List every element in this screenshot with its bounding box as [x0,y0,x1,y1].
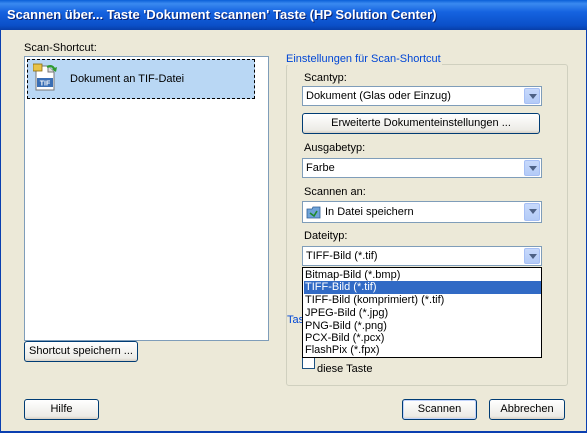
checkbox-label: diese Taste [317,363,373,375]
dropdown-option[interactable]: JPEG-Bild (*.jpg) [304,307,541,320]
ausgabetyp-select[interactable]: Farbe [302,158,542,178]
tif-icon-label: TIF [40,81,51,88]
shortcut-list-label: Scan-Shortcut: [24,42,97,54]
advanced-settings-button[interactable]: Erweiterte Dokumenteinstellungen ... [302,113,540,134]
dateityp-label: Dateityp: [304,230,348,242]
dropdown-option-selected[interactable]: TIFF-Bild (*.tif) [304,281,541,294]
dropdown-option[interactable]: TIFF-Bild (komprimiert) (*.tif) [304,294,541,307]
help-button[interactable]: Hilfe [24,399,99,420]
scannen-an-value: In Datei speichern [325,206,414,218]
settings-group-title: Einstellungen für Scan-Shortcut [285,53,442,65]
shortcut-list[interactable]: TIF Dokument an TIF-Datei [24,56,269,341]
scannen-an-select[interactable]: In Datei speichern [302,201,542,223]
window-title: Scannen über... Taste 'Dokument scannen'… [7,7,437,22]
dateityp-select[interactable]: TIFF-Bild (*.tif) [302,246,542,266]
dropdown-option[interactable]: FlashPix (*.fpx) [304,344,541,357]
list-item-label: Dokument an TIF-Datei [70,73,185,85]
chevron-down-icon[interactable] [524,160,540,176]
chevron-down-icon[interactable] [524,88,540,104]
scantyp-label: Scantyp: [304,72,347,84]
list-item[interactable]: TIF Dokument an TIF-Datei [27,59,255,99]
dateityp-value: TIFF-Bild (*.tif) [306,250,378,262]
chevron-down-icon[interactable] [524,248,540,264]
scan-button-label: Scannen [417,403,462,415]
scantyp-value: Dokument (Glas oder Einzug) [306,90,451,102]
folder-icon [306,206,321,219]
scannen-an-label: Scannen an: [304,186,366,198]
ausgabetyp-value: Farbe [306,162,335,174]
dateityp-dropdown-list[interactable]: Bitmap-Bild (*.bmp) TIFF-Bild (*.tif) TI… [302,267,542,358]
save-shortcut-button[interactable]: Shortcut speichern ... [24,341,138,362]
scantyp-select[interactable]: Dokument (Glas oder Einzug) [302,86,542,106]
ausgabetyp-label: Ausgabetyp: [304,142,366,154]
chevron-down-icon[interactable] [524,203,540,221]
scan-button[interactable]: Scannen [402,399,477,420]
cancel-button[interactable]: Abbrechen [489,399,565,420]
advanced-settings-label: Erweiterte Dokumenteinstellungen ... [331,117,511,129]
tif-document-icon: TIF [33,63,57,91]
cancel-button-label: Abbrechen [500,403,554,415]
save-shortcut-label: Shortcut speichern ... [29,345,133,357]
help-button-label: Hilfe [50,403,73,415]
title-bar[interactable]: Scannen über... Taste 'Dokument scannen'… [0,0,587,30]
